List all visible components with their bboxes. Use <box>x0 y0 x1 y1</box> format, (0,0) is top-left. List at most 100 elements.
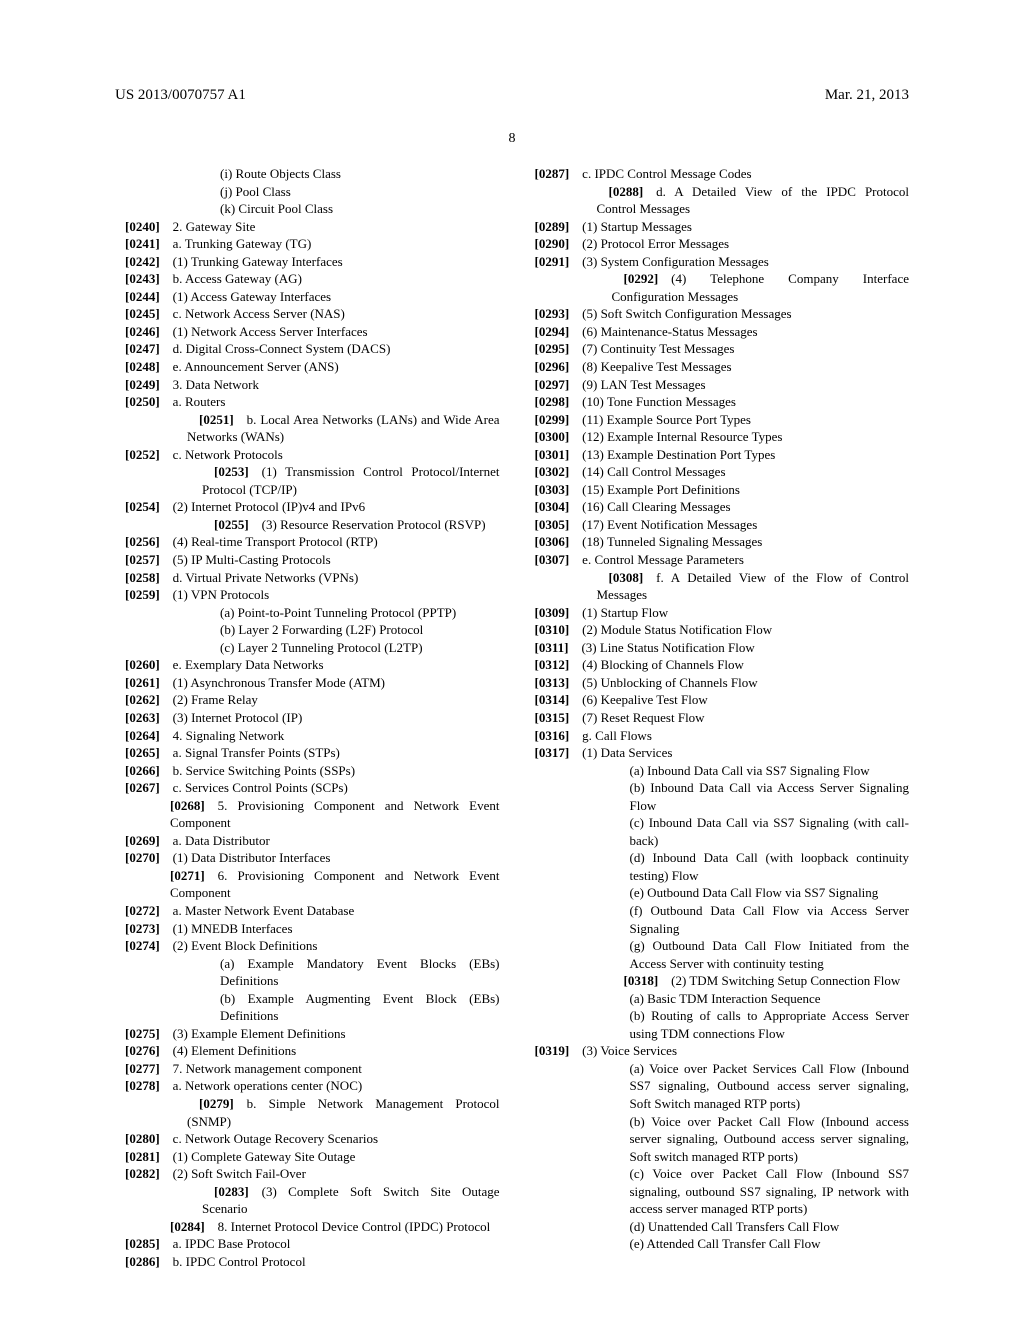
outline-entry: [0247] d. Digital Cross-Connect System (… <box>115 340 500 358</box>
outline-entry: (i) Route Objects Class <box>115 165 500 183</box>
outline-entry: [0271] 6. Provisioning Component and Net… <box>115 867 500 902</box>
entry-text: a. Network operations center (NOC) <box>173 1078 363 1093</box>
outline-entry: [0272] a. Master Network Event Database <box>115 902 500 920</box>
outline-entry: [0256] (4) Real-time Transport Protocol … <box>115 533 500 551</box>
paragraph-number: [0307] <box>535 552 570 567</box>
outline-entry: [0276] (4) Element Definitions <box>115 1042 500 1060</box>
paragraph-number: [0308] <box>609 570 644 585</box>
paragraph-number: [0282] <box>125 1166 160 1181</box>
paragraph-number: [0264] <box>125 728 160 743</box>
outline-entry: (g) Outbound Data Call Flow Initiated fr… <box>525 937 910 972</box>
paragraph-number: [0246] <box>125 324 160 339</box>
entry-text: (3) Voice Services <box>582 1043 677 1058</box>
outline-entry: [0282] (2) Soft Switch Fail-Over <box>115 1165 500 1183</box>
entry-text: (g) Outbound Data Call Flow Initiated fr… <box>630 938 910 971</box>
entry-text: (16) Call Clearing Messages <box>582 499 730 514</box>
outline-entry: [0242] (1) Trunking Gateway Interfaces <box>115 253 500 271</box>
entry-text: b. Service Switching Points (SSPs) <box>173 763 355 778</box>
outline-entry: [0287] c. IPDC Control Message Codes <box>525 165 910 183</box>
outline-entry: [0315] (7) Reset Request Flow <box>525 709 910 727</box>
entry-text: (8) Keepalive Test Messages <box>582 359 731 374</box>
entry-text: (1) Access Gateway Interfaces <box>173 289 331 304</box>
outline-entry: [0314] (6) Keepalive Test Flow <box>525 691 910 709</box>
paragraph-number: [0278] <box>125 1078 160 1093</box>
paragraph-number: [0259] <box>125 587 160 602</box>
entry-text: (j) Pool Class <box>220 184 291 199</box>
paragraph-number: [0286] <box>125 1254 160 1269</box>
outline-entry: (b) Voice over Packet Call Flow (Inbound… <box>525 1113 910 1166</box>
entry-text: (f) Outbound Data Call Flow via Access S… <box>630 903 910 936</box>
entry-text: (2) Event Block Definitions <box>173 938 318 953</box>
paragraph-number: [0277] <box>125 1061 160 1076</box>
paragraph-number: [0300] <box>535 429 570 444</box>
paragraph-number: [0275] <box>125 1026 160 1041</box>
paragraph-number: [0258] <box>125 570 160 585</box>
paragraph-number: [0252] <box>125 447 160 462</box>
entry-text: (b) Example Augmenting Event Block (EBs)… <box>220 991 500 1024</box>
outline-entry: [0293] (5) Soft Switch Configuration Mes… <box>525 305 910 323</box>
outline-entry: (c) Voice over Packet Call Flow (Inbound… <box>525 1165 910 1218</box>
entry-text: (7) Continuity Test Messages <box>582 341 734 356</box>
entry-text: (6) Maintenance-Status Messages <box>582 324 757 339</box>
paragraph-number: [0295] <box>535 341 570 356</box>
outline-entry: [0257] (5) IP Multi-Casting Protocols <box>115 551 500 569</box>
entry-text: (c) Inbound Data Call via SS7 Signaling … <box>630 815 910 848</box>
entry-text: c. Services Control Points (SCPs) <box>173 780 348 795</box>
outline-entry: [0280] c. Network Outage Recovery Scenar… <box>115 1130 500 1148</box>
outline-entry: [0304] (16) Call Clearing Messages <box>525 498 910 516</box>
outline-entry: [0302] (14) Call Control Messages <box>525 463 910 481</box>
entry-text: (2) Protocol Error Messages <box>582 236 729 251</box>
outline-entry: (a) Point-to-Point Tunneling Protocol (P… <box>115 604 500 622</box>
outline-entry: (e) Outbound Data Call Flow via SS7 Sign… <box>525 884 910 902</box>
outline-entry: (j) Pool Class <box>115 183 500 201</box>
entry-text: (1) MNEDB Interfaces <box>173 921 293 936</box>
outline-entry: [0264] 4. Signaling Network <box>115 727 500 745</box>
entry-text: (e) Outbound Data Call Flow via SS7 Sign… <box>630 885 879 900</box>
paragraph-number: [0268] <box>170 798 205 813</box>
outline-entry: [0275] (3) Example Element Definitions <box>115 1025 500 1043</box>
entry-text: a. Routers <box>173 394 226 409</box>
outline-entry: [0300] (12) Example Internal Resource Ty… <box>525 428 910 446</box>
paragraph-number: [0247] <box>125 341 160 356</box>
outline-entry: (c) Layer 2 Tunneling Protocol (L2TP) <box>115 639 500 657</box>
paragraph-number: [0298] <box>535 394 570 409</box>
entry-text: (2) Internet Protocol (IP)v4 and IPv6 <box>173 499 365 514</box>
entry-text: f. A Detailed View of the Flow of Contro… <box>597 570 910 603</box>
entry-text: (12) Example Internal Resource Types <box>582 429 782 444</box>
paragraph-number: [0292] <box>624 271 659 286</box>
outline-entry: [0299] (11) Example Source Port Types <box>525 411 910 429</box>
entry-text: a. IPDC Base Protocol <box>173 1236 291 1251</box>
outline-entry: [0261] (1) Asynchronous Transfer Mode (A… <box>115 674 500 692</box>
entry-text: 7. Network management component <box>173 1061 362 1076</box>
outline-entry: [0309] (1) Startup Flow <box>525 604 910 622</box>
outline-entry: [0252] c. Network Protocols <box>115 446 500 464</box>
entry-text: b. Access Gateway (AG) <box>173 271 302 286</box>
entry-text: (b) Voice over Packet Call Flow (Inbound… <box>630 1114 910 1164</box>
outline-entry: [0298] (10) Tone Function Messages <box>525 393 910 411</box>
entry-text: (d) Unattended Call Transfers Call Flow <box>630 1219 840 1234</box>
entry-text: (4) Real-time Transport Protocol (RTP) <box>173 534 378 549</box>
entry-text: (a) Inbound Data Call via SS7 Signaling … <box>630 763 870 778</box>
outline-entry: [0285] a. IPDC Base Protocol <box>115 1235 500 1253</box>
entry-text: a. Trunking Gateway (TG) <box>173 236 312 251</box>
entry-text: (b) Layer 2 Forwarding (L2F) Protocol <box>220 622 423 637</box>
entry-text: (a) Basic TDM Interaction Sequence <box>630 991 821 1006</box>
paragraph-number: [0249] <box>125 377 160 392</box>
entry-text: (3) System Configuration Messages <box>582 254 769 269</box>
paragraph-number: [0302] <box>535 464 570 479</box>
entry-text: (1) Trunking Gateway Interfaces <box>173 254 343 269</box>
entry-text: a. Data Distributor <box>173 833 270 848</box>
page-number: 8 <box>0 130 1024 149</box>
outline-entry: [0268] 5. Provisioning Component and Net… <box>115 797 500 832</box>
entry-text: 5. Provisioning Component and Network Ev… <box>170 798 500 831</box>
entry-text: (k) Circuit Pool Class <box>220 201 333 216</box>
outline-entry: (c) Inbound Data Call via SS7 Signaling … <box>525 814 910 849</box>
entry-text: d. Digital Cross-Connect System (DACS) <box>173 341 391 356</box>
outline-entry: [0284] 8. Internet Protocol Device Contr… <box>115 1218 500 1236</box>
entry-text: (2) Module Status Notification Flow <box>582 622 772 637</box>
entry-text: (9) LAN Test Messages <box>582 377 705 392</box>
paragraph-number: [0280] <box>125 1131 160 1146</box>
outline-entry: (f) Outbound Data Call Flow via Access S… <box>525 902 910 937</box>
entry-text: (e) Attended Call Transfer Call Flow <box>630 1236 821 1251</box>
entry-text: b. IPDC Control Protocol <box>173 1254 306 1269</box>
